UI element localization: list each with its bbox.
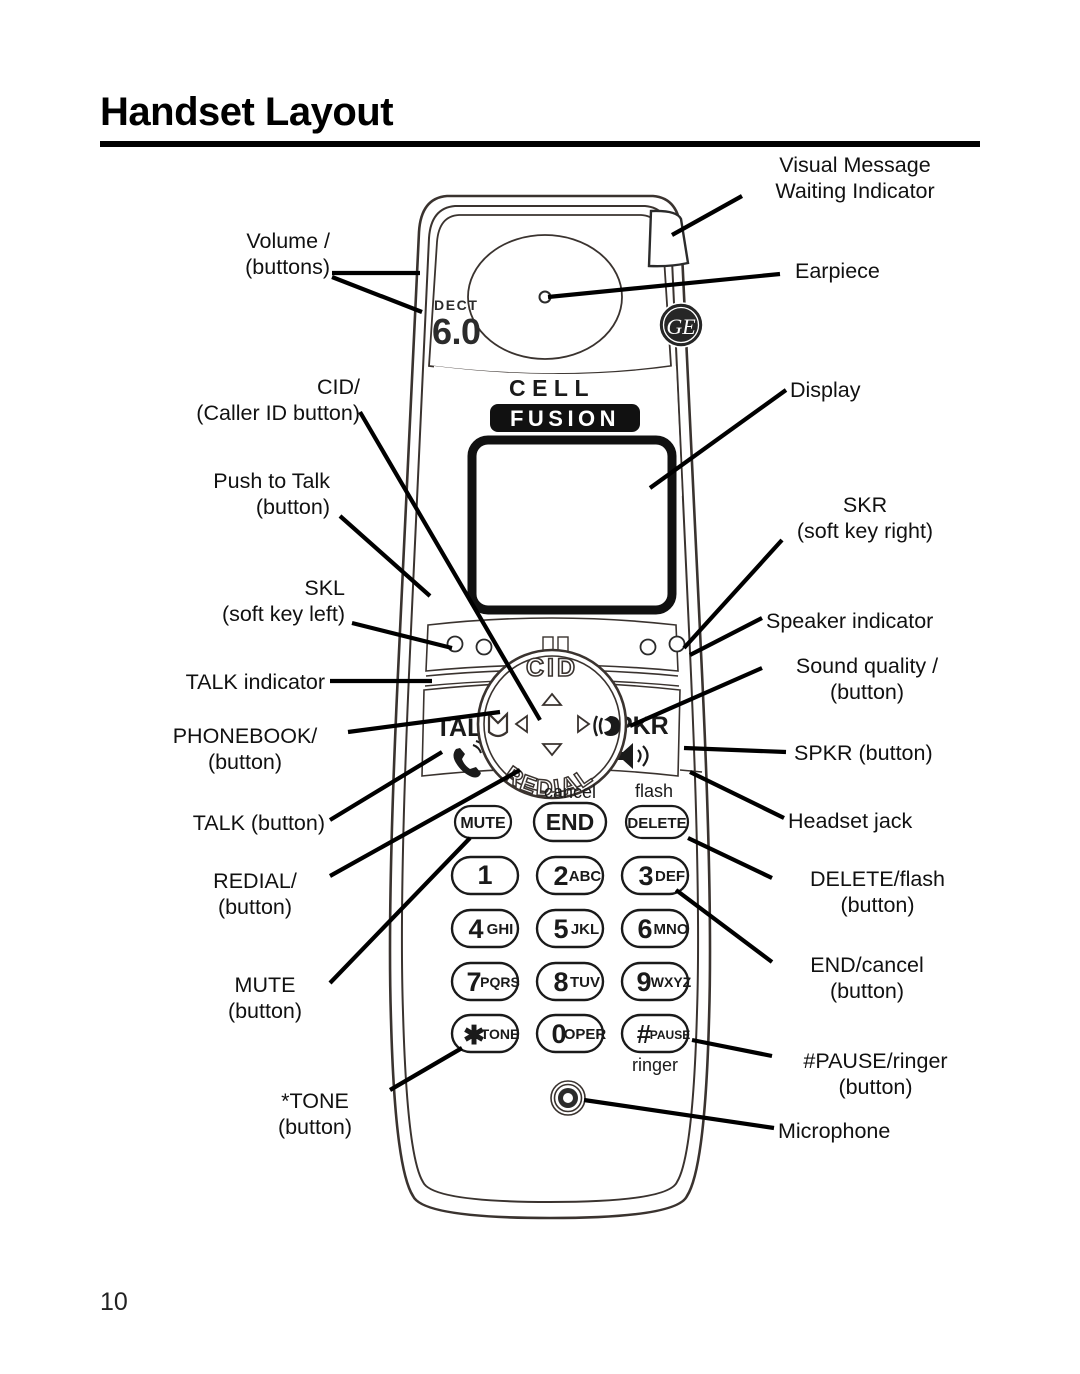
key-2-letters: ABC (569, 868, 602, 885)
speaker-indicator-led (668, 635, 686, 653)
skl-soft-key-indicator (475, 638, 493, 656)
display-screen (467, 435, 677, 615)
callout-talk-button: TALK (button) (192, 811, 325, 835)
key-pound[interactable]: # PAUSE (620, 1013, 690, 1054)
delete-key-label: DELETE (627, 815, 686, 832)
callout-skl: SKL (soft key left) (221, 576, 345, 627)
key-1-digit: 1 (477, 860, 492, 890)
key-2-digit: 2 (553, 861, 568, 891)
callout-end-cancel: END/cancel (button) (810, 953, 924, 1004)
callout-pause-ringer: #PAUSE/ringer (button) (803, 1049, 948, 1100)
key-2[interactable]: 2 ABC (535, 855, 605, 896)
callout-talk-indicator: TALK indicator (185, 670, 325, 694)
callout-volume: Volume / (buttons) (245, 229, 330, 280)
callout-display: Display (790, 378, 861, 402)
model-line2-plate: FUSION (490, 404, 640, 432)
model-line1: CELL (509, 375, 595, 401)
key-0[interactable]: 0 OPER (535, 1013, 607, 1054)
keypad[interactable]: 1 2 ABC 3 DEF 4 GHI 5 JKL 6 MNO 7 PQRS 8… (450, 855, 692, 1075)
model-line2: FUSION (510, 406, 620, 431)
callout-delete-flash: DELETE/flash (button) (809, 867, 946, 918)
vmwi-window (647, 209, 690, 268)
callout-headset-jack: Headset jack (788, 809, 913, 833)
svg-text:GE: GE (666, 314, 696, 339)
mute-key[interactable]: MUTE (453, 804, 513, 840)
end-key[interactable]: END (532, 801, 608, 843)
callout-redial: REDIAL/ (button) (213, 869, 297, 920)
callout-spkr-button: SPKR (button) (794, 741, 933, 765)
page-number: 10 (100, 1288, 128, 1316)
callout-mute: MUTE (button) (227, 973, 303, 1024)
key-3-letters: DEF (655, 868, 685, 885)
end-key-above-label: cancel (544, 782, 596, 802)
key-5[interactable]: 5 JKL (535, 908, 605, 949)
key-9-letters: WXYZ (651, 974, 692, 990)
dect-version: 6.0 (432, 311, 481, 352)
key-6-letters: MNO (654, 921, 689, 938)
ge-logo-badge: GE (658, 302, 704, 348)
key-4[interactable]: 4 GHI (450, 908, 520, 949)
callout-cid: CID/ (Caller ID button) (196, 375, 360, 426)
key-8-letters: TUV (570, 974, 600, 991)
earpiece-center-point (538, 290, 552, 304)
callout-vmwi: Visual Message Waiting Indicator (775, 153, 935, 204)
callout-sound-quality: Sound quality / (button) (795, 654, 939, 705)
key-4-letters: GHI (487, 921, 514, 938)
callout-microphone: Microphone (778, 1119, 891, 1143)
key-pound-letters: PAUSE (650, 1028, 690, 1042)
key-5-letters: JKL (571, 921, 599, 938)
key-9-digit: 9 (636, 967, 651, 997)
key-5-digit: 5 (553, 914, 568, 944)
key-1[interactable]: 1 (450, 855, 520, 896)
key-3-digit: 3 (638, 861, 653, 891)
delete-key[interactable]: DELETE (624, 804, 690, 840)
callout-phonebook: PHONEBOOK/ (button) (172, 724, 318, 775)
key-0-letters: OPER (564, 1026, 607, 1043)
key-3[interactable]: 3 DEF (620, 855, 690, 896)
callout-speaker-indicator: Speaker indicator (766, 609, 934, 633)
key-7[interactable]: 7 PQRS (450, 961, 520, 1002)
end-key-label: END (546, 809, 595, 835)
delete-key-above-label: flash (635, 781, 673, 801)
key-4-digit: 4 (468, 914, 483, 944)
key-star-letters: TONE (481, 1026, 520, 1042)
callout-push-to-talk: Push to Talk (button) (213, 469, 330, 520)
key-star[interactable]: ✱ TONE (450, 1013, 520, 1054)
key-6[interactable]: 6 MNO (620, 908, 690, 949)
key-8[interactable]: 8 TUV (535, 961, 605, 1002)
mute-key-label: MUTE (460, 815, 506, 832)
key-9[interactable]: 9 WXYZ (620, 961, 692, 1002)
skr-soft-key-indicator (639, 638, 657, 656)
callout-skr: SKR (soft key right) (796, 493, 934, 544)
key-7-letters: PQRS (480, 974, 520, 990)
talk-indicator-led (446, 635, 464, 653)
nav-cid-label: CID (526, 654, 578, 682)
callout-tone: *TONE (button) (277, 1089, 353, 1140)
ringer-label: ringer (632, 1055, 678, 1075)
callout-earpiece: Earpiece (795, 259, 880, 283)
key-8-digit: 8 (553, 967, 568, 997)
manual-page: Handset Layout DECT 6.0 GE CELL FUSION T… (0, 0, 1080, 1374)
key-6-digit: 6 (637, 914, 652, 944)
